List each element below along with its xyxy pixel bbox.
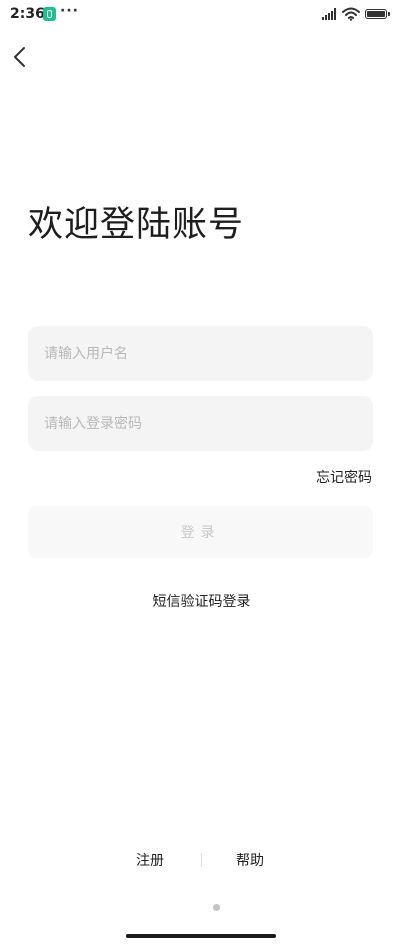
page-title: 欢迎登陆账号 [28, 205, 245, 245]
signal-icon [322, 8, 338, 20]
battery-icon [365, 9, 390, 19]
username-input[interactable] [28, 326, 373, 381]
wifi-icon [342, 7, 360, 21]
more-notifications-indicator: ··· [60, 3, 79, 19]
status-time: 2:36 [10, 6, 45, 22]
status-bar: 2:36 ··· [0, 0, 403, 30]
home-indicator[interactable] [126, 934, 276, 938]
login-button[interactable]: 登录 [28, 506, 373, 558]
app-notification-icon [43, 7, 56, 21]
register-link[interactable]: 注册 [136, 850, 164, 870]
footer-divider [201, 853, 202, 867]
sms-login-link[interactable]: 短信验证码登录 [0, 591, 403, 611]
back-button[interactable] [4, 40, 38, 74]
forgot-password-link[interactable]: 忘记密码 [316, 467, 372, 487]
page-indicator-dot [213, 904, 220, 911]
chevron-left-icon [14, 47, 25, 67]
help-link[interactable]: 帮助 [236, 850, 264, 870]
password-input[interactable] [28, 396, 373, 451]
